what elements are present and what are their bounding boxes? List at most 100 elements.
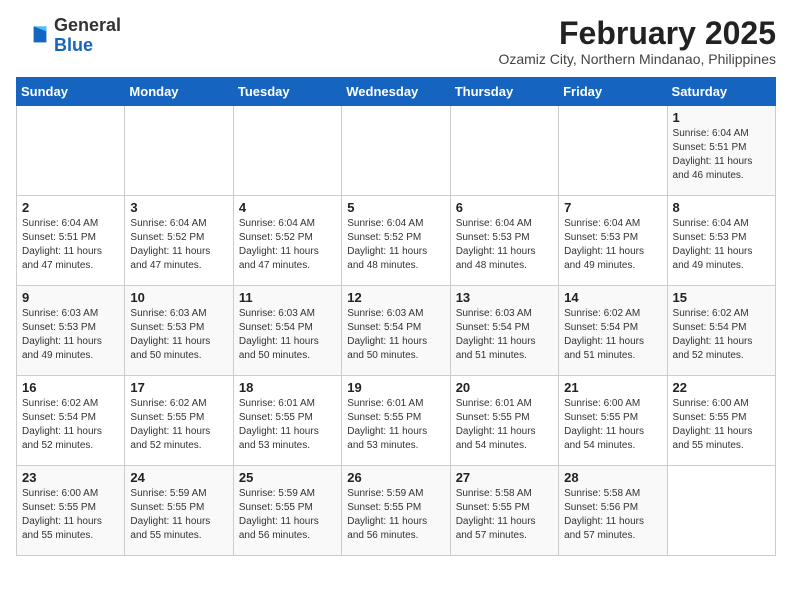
header-day-thursday: Thursday xyxy=(450,78,558,106)
logo-general: General xyxy=(54,15,121,35)
logo-icon xyxy=(16,20,48,52)
calendar-cell: 16 Sunrise: 6:02 AM Sunset: 5:54 PM Dayli… xyxy=(17,376,125,466)
calendar-cell: 5 Sunrise: 6:04 AM Sunset: 5:52 PM Daylig… xyxy=(342,196,450,286)
day-number: 4 xyxy=(239,200,336,215)
header-day-saturday: Saturday xyxy=(667,78,775,106)
calendar-cell xyxy=(342,106,450,196)
day-number: 23 xyxy=(22,470,119,485)
calendar-cell: 26 Sunrise: 5:59 AM Sunset: 5:55 PM Dayli… xyxy=(342,466,450,556)
header-day-wednesday: Wednesday xyxy=(342,78,450,106)
day-info: Sunrise: 6:04 AM Sunset: 5:53 PM Dayligh… xyxy=(673,218,753,271)
calendar-cell: 17Sunrise: 6:02 AM Sunset: 5:55 PM Dayli… xyxy=(125,376,233,466)
day-info: Sunrise: 6:01 AM Sunset: 5:55 PM Dayligh… xyxy=(239,398,319,451)
day-number: 7 xyxy=(564,200,661,215)
day-number: 2 xyxy=(22,200,119,215)
day-info: Sunrise: 5:59 AM Sunset: 5:55 PM Dayligh… xyxy=(347,488,427,541)
day-number: 20 xyxy=(456,380,553,395)
calendar-body: 1 Sunrise: 6:04 AM Sunset: 5:51 PM Daylig… xyxy=(17,106,776,556)
day-number: 9 xyxy=(22,290,119,305)
header-day-tuesday: Tuesday xyxy=(233,78,341,106)
calendar-cell: 18 Sunrise: 6:01 AM Sunset: 5:55 PM Dayli… xyxy=(233,376,341,466)
calendar-table: SundayMondayTuesdayWednesdayThursdayFrid… xyxy=(16,77,776,556)
day-number: 1 xyxy=(673,110,770,125)
day-number: 3 xyxy=(130,200,227,215)
calendar-cell: 27 Sunrise: 5:58 AM Sunset: 5:55 PM Dayli… xyxy=(450,466,558,556)
day-number: 27 xyxy=(456,470,553,485)
title-block: February 2025 Ozamiz City, Northern Mind… xyxy=(498,16,776,67)
calendar-cell xyxy=(559,106,667,196)
day-info: Sunrise: 5:58 AM Sunset: 5:55 PM Dayligh… xyxy=(456,488,536,541)
calendar-cell: 9Sunrise: 6:03 AM Sunset: 5:53 PM Daylig… xyxy=(17,286,125,376)
calendar-cell: 11 Sunrise: 6:03 AM Sunset: 5:54 PM Dayli… xyxy=(233,286,341,376)
day-number: 19 xyxy=(347,380,444,395)
logo-text: General Blue xyxy=(54,16,121,56)
day-info: Sunrise: 6:03 AM Sunset: 5:54 PM Dayligh… xyxy=(347,308,427,361)
month-year: February 2025 xyxy=(498,16,776,51)
calendar-cell: 1 Sunrise: 6:04 AM Sunset: 5:51 PM Daylig… xyxy=(667,106,775,196)
location: Ozamiz City, Northern Mindanao, Philippi… xyxy=(498,51,776,67)
calendar-cell: 13 Sunrise: 6:03 AM Sunset: 5:54 PM Dayli… xyxy=(450,286,558,376)
day-info: Sunrise: 6:04 AM Sunset: 5:52 PM Dayligh… xyxy=(347,218,427,271)
day-info: Sunrise: 6:01 AM Sunset: 5:55 PM Dayligh… xyxy=(456,398,536,451)
calendar-cell xyxy=(667,466,775,556)
header-day-friday: Friday xyxy=(559,78,667,106)
calendar-cell xyxy=(450,106,558,196)
calendar-cell: 28 Sunrise: 5:58 AM Sunset: 5:56 PM Dayli… xyxy=(559,466,667,556)
day-number: 18 xyxy=(239,380,336,395)
calendar-cell: 4 Sunrise: 6:04 AM Sunset: 5:52 PM Daylig… xyxy=(233,196,341,286)
day-number: 28 xyxy=(564,470,661,485)
day-number: 17 xyxy=(130,380,227,395)
calendar-cell: 19 Sunrise: 6:01 AM Sunset: 5:55 PM Dayli… xyxy=(342,376,450,466)
day-info: Sunrise: 6:04 AM Sunset: 5:53 PM Dayligh… xyxy=(456,218,536,271)
day-info: Sunrise: 6:02 AM Sunset: 5:54 PM Dayligh… xyxy=(564,308,644,361)
calendar-cell: 8Sunrise: 6:04 AM Sunset: 5:53 PM Daylig… xyxy=(667,196,775,286)
calendar-cell xyxy=(125,106,233,196)
day-number: 16 xyxy=(22,380,119,395)
calendar-cell: 22Sunrise: 6:00 AM Sunset: 5:55 PM Dayli… xyxy=(667,376,775,466)
calendar-cell: 7Sunrise: 6:04 AM Sunset: 5:53 PM Daylig… xyxy=(559,196,667,286)
day-number: 6 xyxy=(456,200,553,215)
day-info: Sunrise: 6:01 AM Sunset: 5:55 PM Dayligh… xyxy=(347,398,427,451)
day-info: Sunrise: 6:04 AM Sunset: 5:51 PM Dayligh… xyxy=(22,218,102,271)
logo: General Blue xyxy=(16,16,121,56)
calendar-cell: 25 Sunrise: 5:59 AM Sunset: 5:55 PM Dayli… xyxy=(233,466,341,556)
day-number: 14 xyxy=(564,290,661,305)
week-row-4: 23 Sunrise: 6:00 AM Sunset: 5:55 PM Dayli… xyxy=(17,466,776,556)
day-info: Sunrise: 6:04 AM Sunset: 5:52 PM Dayligh… xyxy=(239,218,319,271)
calendar-cell: 12 Sunrise: 6:03 AM Sunset: 5:54 PM Dayli… xyxy=(342,286,450,376)
day-number: 15 xyxy=(673,290,770,305)
day-number: 12 xyxy=(347,290,444,305)
day-info: Sunrise: 5:59 AM Sunset: 5:55 PM Dayligh… xyxy=(130,488,210,541)
day-number: 13 xyxy=(456,290,553,305)
header-day-monday: Monday xyxy=(125,78,233,106)
day-info: Sunrise: 6:03 AM Sunset: 5:53 PM Dayligh… xyxy=(130,308,210,361)
day-info: Sunrise: 6:02 AM Sunset: 5:54 PM Dayligh… xyxy=(22,398,102,451)
day-number: 11 xyxy=(239,290,336,305)
day-info: Sunrise: 6:04 AM Sunset: 5:51 PM Dayligh… xyxy=(673,128,753,181)
calendar-cell: 10 Sunrise: 6:03 AM Sunset: 5:53 PM Dayli… xyxy=(125,286,233,376)
week-row-3: 16 Sunrise: 6:02 AM Sunset: 5:54 PM Dayli… xyxy=(17,376,776,466)
calendar-cell: 14 Sunrise: 6:02 AM Sunset: 5:54 PM Dayli… xyxy=(559,286,667,376)
header-row: SundayMondayTuesdayWednesdayThursdayFrid… xyxy=(17,78,776,106)
week-row-0: 1 Sunrise: 6:04 AM Sunset: 5:51 PM Daylig… xyxy=(17,106,776,196)
calendar-header: SundayMondayTuesdayWednesdayThursdayFrid… xyxy=(17,78,776,106)
calendar-cell: 3Sunrise: 6:04 AM Sunset: 5:52 PM Daylig… xyxy=(125,196,233,286)
calendar-cell: 2 Sunrise: 6:04 AM Sunset: 5:51 PM Daylig… xyxy=(17,196,125,286)
day-number: 24 xyxy=(130,470,227,485)
day-info: Sunrise: 5:58 AM Sunset: 5:56 PM Dayligh… xyxy=(564,488,644,541)
calendar-cell xyxy=(233,106,341,196)
day-number: 26 xyxy=(347,470,444,485)
week-row-1: 2 Sunrise: 6:04 AM Sunset: 5:51 PM Daylig… xyxy=(17,196,776,286)
day-info: Sunrise: 6:03 AM Sunset: 5:54 PM Dayligh… xyxy=(239,308,319,361)
day-number: 10 xyxy=(130,290,227,305)
page-header: General Blue February 2025 Ozamiz City, … xyxy=(16,16,776,67)
calendar-cell: 23 Sunrise: 6:00 AM Sunset: 5:55 PM Dayli… xyxy=(17,466,125,556)
day-info: Sunrise: 6:03 AM Sunset: 5:54 PM Dayligh… xyxy=(456,308,536,361)
day-number: 5 xyxy=(347,200,444,215)
day-info: Sunrise: 6:00 AM Sunset: 5:55 PM Dayligh… xyxy=(22,488,102,541)
day-number: 22 xyxy=(673,380,770,395)
calendar-cell: 6 Sunrise: 6:04 AM Sunset: 5:53 PM Daylig… xyxy=(450,196,558,286)
day-number: 25 xyxy=(239,470,336,485)
calendar-cell: 21Sunrise: 6:00 AM Sunset: 5:55 PM Dayli… xyxy=(559,376,667,466)
day-info: Sunrise: 5:59 AM Sunset: 5:55 PM Dayligh… xyxy=(239,488,319,541)
